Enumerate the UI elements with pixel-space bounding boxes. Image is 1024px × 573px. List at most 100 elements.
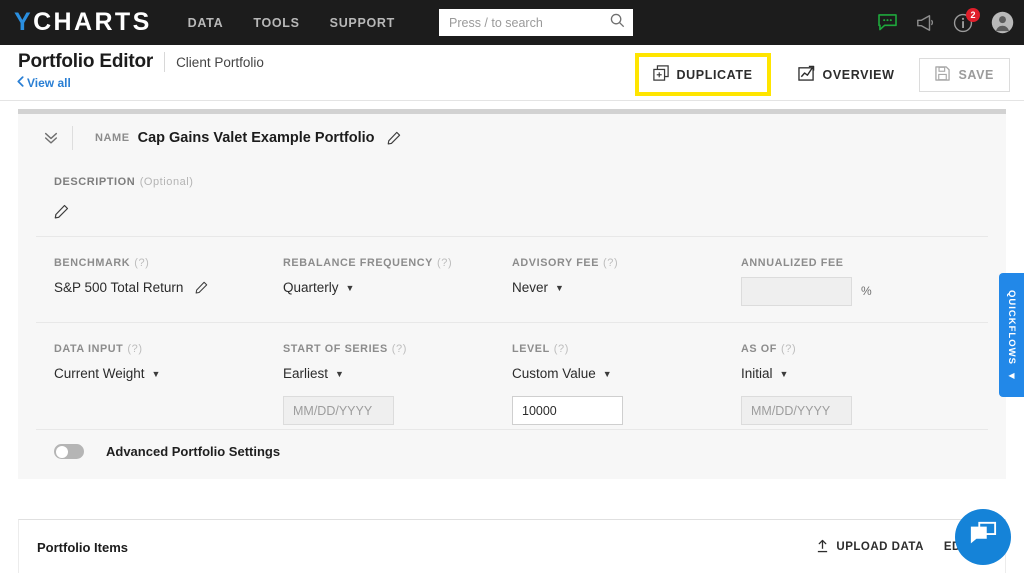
toggle-knob — [55, 445, 68, 458]
collapse-chevron-icon[interactable] — [36, 130, 66, 146]
benchmark-value-row: S&P 500 Total Return — [54, 280, 283, 295]
level-label: LEVEL — [512, 343, 550, 355]
advisory-fee-value: Never — [512, 280, 549, 295]
upload-data-label: UPLOAD DATA — [836, 541, 924, 553]
start-of-series-label-row: START OF SERIES (?) — [283, 343, 512, 355]
chevron-down-icon: ▼ — [335, 368, 344, 379]
as-of-dropdown[interactable]: Initial ▼ — [741, 366, 970, 381]
rebalance-help-icon[interactable]: (?) — [437, 257, 452, 269]
chat-widget-button[interactable] — [955, 509, 1011, 565]
level-custom-value-input[interactable] — [512, 396, 623, 425]
logo-charts: CHARTS — [33, 8, 152, 36]
nav-item-support[interactable]: SUPPORT — [330, 16, 395, 30]
annualized-fee-input[interactable] — [741, 277, 852, 306]
chat-bubbles-icon — [968, 521, 998, 554]
triangle-left-icon: ◀ — [1008, 371, 1015, 381]
chat-bubble-icon[interactable] — [878, 14, 897, 31]
save-disk-icon — [935, 65, 951, 84]
user-avatar-icon[interactable] — [991, 11, 1014, 34]
field-data-input: DATA INPUT (?) Current Weight ▼ — [54, 343, 283, 425]
card-inner: NAME Cap Gains Valet Example Portfolio D… — [18, 114, 1006, 479]
page-subtitle: Client Portfolio — [176, 55, 264, 70]
field-level: LEVEL (?) Custom Value ▼ — [512, 343, 741, 425]
portfolio-settings-card: NAME Cap Gains Valet Example Portfolio D… — [18, 109, 1006, 479]
rebalance-frequency-dropdown[interactable]: Quarterly ▼ — [283, 280, 512, 295]
field-rebalance-frequency: REBALANCE FREQUENCY (?) Quarterly ▼ — [283, 257, 512, 306]
duplicate-button-highlight: DUPLICATE — [634, 53, 771, 96]
name-row-divider — [72, 126, 73, 150]
field-as-of: AS OF (?) Initial ▼ — [741, 343, 970, 425]
portfolio-items-section: Portfolio Items UPLOAD DATA EDIT IT — [18, 519, 1006, 573]
page-body: NAME Cap Gains Valet Example Portfolio D… — [0, 101, 1024, 573]
level-help-icon[interactable]: (?) — [554, 343, 569, 355]
ycharts-logo[interactable]: Y CHARTS — [14, 8, 152, 37]
portfolio-items-header: Portfolio Items UPLOAD DATA EDIT IT — [19, 520, 1005, 573]
data-input-dropdown[interactable]: Current Weight ▼ — [54, 366, 283, 381]
advisory-fee-label-row: ADVISORY FEE (?) — [512, 257, 741, 269]
rebalance-label-row: REBALANCE FREQUENCY (?) — [283, 257, 512, 269]
data-input-help-icon[interactable]: (?) — [127, 343, 142, 355]
view-all-link[interactable]: View all — [17, 76, 71, 90]
annualized-fee-label-row: ANNUALIZED FEE — [741, 257, 970, 269]
portfolio-name-value: Cap Gains Valet Example Portfolio — [137, 130, 375, 146]
nav-item-data[interactable]: DATA — [188, 16, 224, 30]
title-divider — [164, 52, 166, 72]
search-input[interactable] — [449, 15, 610, 30]
page-header: Portfolio Editor Client Portfolio View a… — [0, 45, 1024, 101]
edit-name-pencil-icon[interactable] — [387, 131, 401, 145]
edit-benchmark-pencil-icon[interactable] — [195, 281, 208, 294]
view-all-label: View all — [27, 76, 71, 90]
duplicate-button[interactable]: DUPLICATE — [640, 58, 766, 91]
logo-y: Y — [14, 8, 34, 36]
start-of-series-value: Earliest — [283, 366, 329, 381]
upload-data-button[interactable]: UPLOAD DATA — [816, 539, 923, 556]
advisory-fee-help-icon[interactable]: (?) — [603, 257, 618, 269]
description-block: DESCRIPTION (Optional) — [36, 156, 988, 236]
start-of-series-label: START OF SERIES — [283, 343, 388, 355]
info-notification-badge: 2 — [966, 7, 980, 22]
overview-button[interactable]: OVERVIEW — [785, 58, 908, 91]
advisory-fee-dropdown[interactable]: Never ▼ — [512, 280, 741, 295]
info-icon[interactable]: 2 — [953, 7, 980, 33]
save-button[interactable]: SAVE — [919, 57, 1010, 92]
benchmark-value: S&P 500 Total Return — [54, 280, 184, 295]
name-label: NAME — [95, 132, 130, 144]
name-row: NAME Cap Gains Valet Example Portfolio — [36, 114, 988, 156]
data-input-label: DATA INPUT — [54, 343, 124, 355]
overview-label: OVERVIEW — [822, 67, 895, 82]
page-title-group: Portfolio Editor Client Portfolio — [18, 51, 264, 73]
page-title: Portfolio Editor — [18, 51, 154, 72]
page-header-actions: DUPLICATE OVERVIEW SAVE — [634, 53, 1010, 96]
as-of-date-input[interactable] — [741, 396, 852, 425]
search-icon — [610, 13, 625, 33]
quickflows-tab[interactable]: QUICKFLOWS ◀ — [999, 273, 1024, 397]
chevron-down-icon: ▼ — [151, 368, 161, 379]
description-label-row: DESCRIPTION (Optional) — [54, 172, 988, 190]
chevron-down-icon: ▼ — [602, 368, 612, 379]
duplicate-icon — [652, 65, 669, 84]
quickflows-label: QUICKFLOWS — [1006, 289, 1017, 365]
nav-item-tools[interactable]: TOOLS — [253, 16, 299, 30]
as-of-help-icon[interactable]: (?) — [781, 343, 796, 355]
chevron-down-icon: ▼ — [779, 368, 789, 379]
duplicate-label: DUPLICATE — [676, 67, 753, 82]
start-of-series-date-input[interactable] — [283, 396, 394, 425]
rebalance-frequency-label: REBALANCE FREQUENCY — [283, 257, 433, 269]
benchmark-help-icon[interactable]: (?) — [134, 257, 149, 269]
search-box[interactable] — [439, 9, 633, 36]
upload-icon — [816, 539, 829, 556]
as-of-label-row: AS OF (?) — [741, 343, 970, 355]
data-input-label-row: DATA INPUT (?) — [54, 343, 283, 355]
nav-right-icons: 2 — [878, 7, 1014, 34]
start-of-series-help-icon[interactable]: (?) — [392, 343, 407, 355]
advanced-portfolio-settings-toggle[interactable] — [54, 444, 84, 459]
megaphone-icon[interactable] — [915, 14, 935, 32]
annualized-fee-label: ANNUALIZED FEE — [741, 257, 844, 269]
edit-description-pencil-icon[interactable] — [54, 204, 69, 219]
chevron-down-icon: ▼ — [345, 282, 355, 293]
description-label: DESCRIPTION — [54, 176, 136, 188]
data-input-value: Current Weight — [54, 366, 145, 381]
start-of-series-dropdown[interactable]: Earliest ▼ — [283, 366, 512, 381]
level-dropdown[interactable]: Custom Value ▼ — [512, 366, 741, 381]
primary-nav-links: DATA TOOLS SUPPORT — [188, 16, 395, 30]
